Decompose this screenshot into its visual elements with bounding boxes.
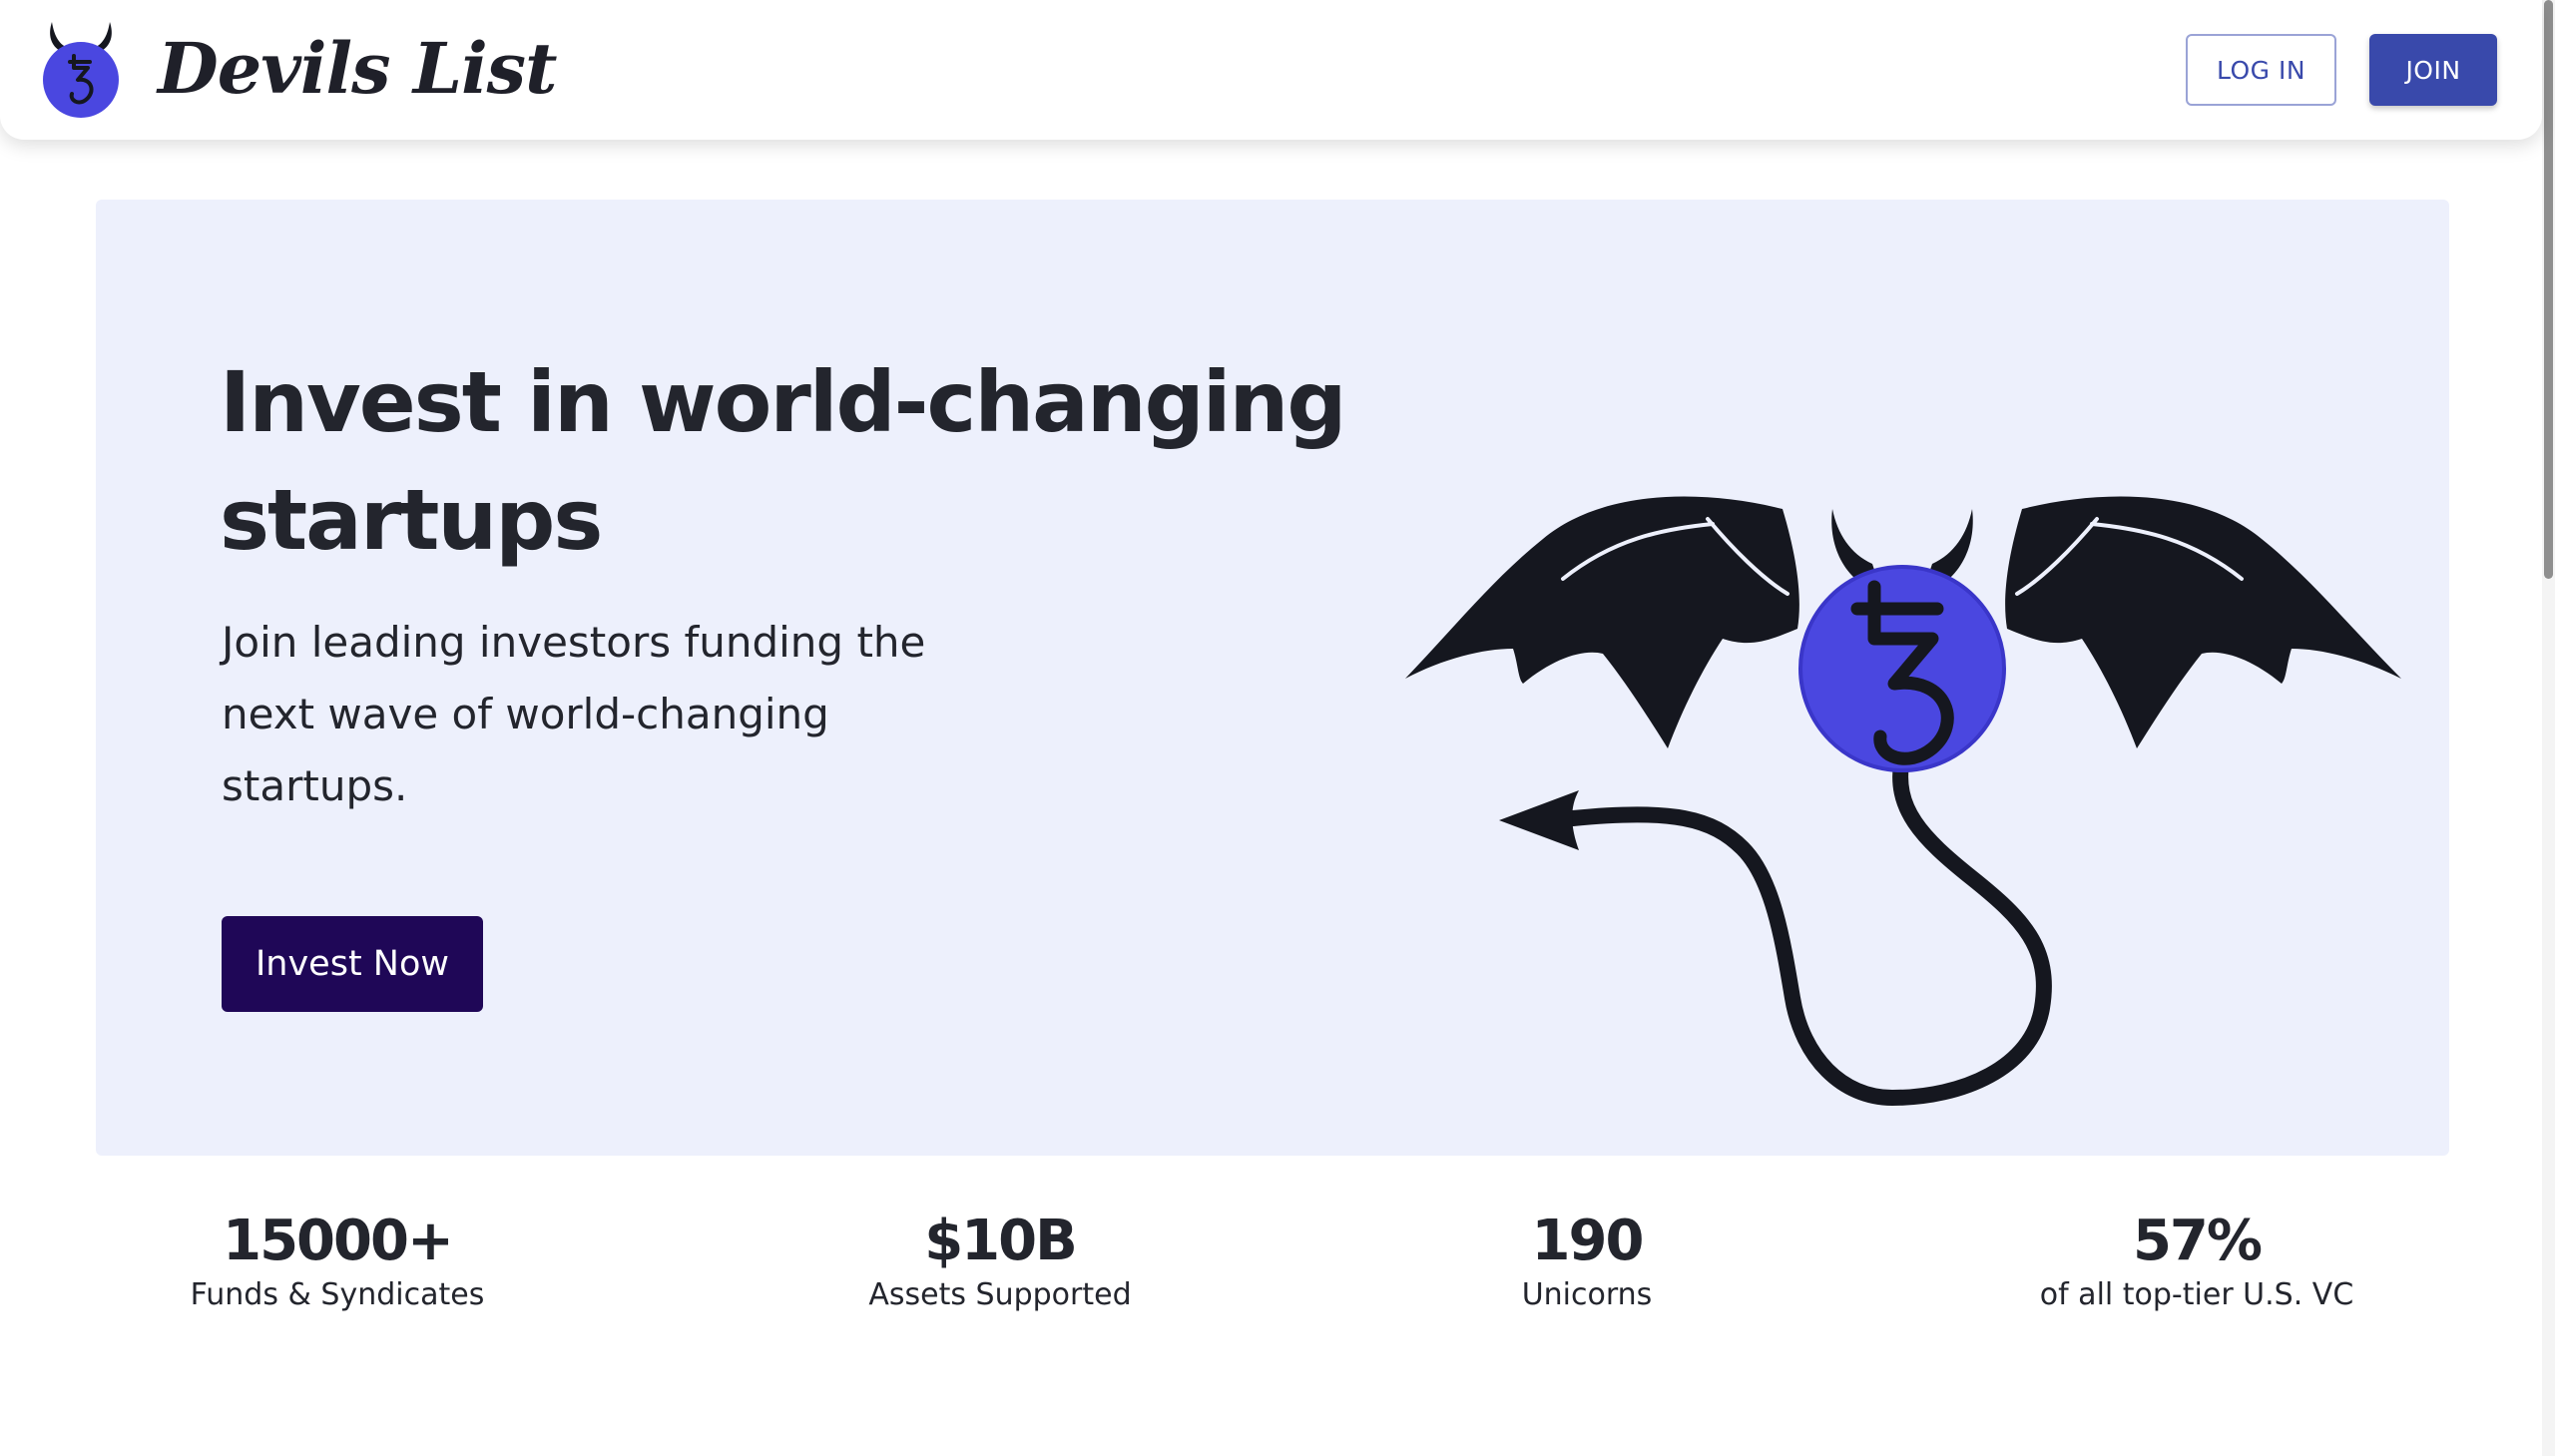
login-button[interactable]: LOG IN — [2186, 34, 2336, 106]
stat-value: 190 — [1531, 1209, 1645, 1273]
brand-name[interactable]: Devils List — [158, 24, 557, 114]
devil-coin-logo-icon[interactable] — [40, 18, 120, 122]
stat-unicorns: 190 Unicorns — [1327, 1202, 1846, 1313]
hero-title: Invest in world-changing startups — [220, 353, 1346, 569]
top-nav-bar: Devils List LOG IN JOIN — [0, 0, 2542, 140]
winged-devil-coin-icon — [1405, 496, 2401, 1107]
stat-value: $10B — [924, 1209, 1078, 1273]
stat-value: 15000+ — [223, 1209, 454, 1273]
stat-label: Unicorns — [1521, 1277, 1653, 1312]
invest-now-button[interactable]: Invest Now — [222, 916, 483, 1012]
stat-top-tier-vc: 57% of all top-tier U.S. VC — [1937, 1202, 2456, 1313]
stat-assets: $10B Assets Supported — [741, 1202, 1260, 1313]
scrollbar-thumb[interactable] — [2544, 0, 2553, 579]
hero-subtitle: Join leading investors funding the next … — [222, 618, 926, 810]
join-button[interactable]: JOIN — [2369, 34, 2497, 106]
hero-section: Invest in world-changing startups Join l… — [96, 200, 2449, 1156]
stat-label: Funds & Syndicates — [190, 1277, 485, 1312]
stat-value: 57% — [2132, 1209, 2263, 1273]
stat-funds: 15000+ Funds & Syndicates — [78, 1202, 597, 1313]
stat-label: Assets Supported — [868, 1277, 1132, 1312]
stat-label: of all top-tier U.S. VC — [2039, 1277, 2354, 1312]
